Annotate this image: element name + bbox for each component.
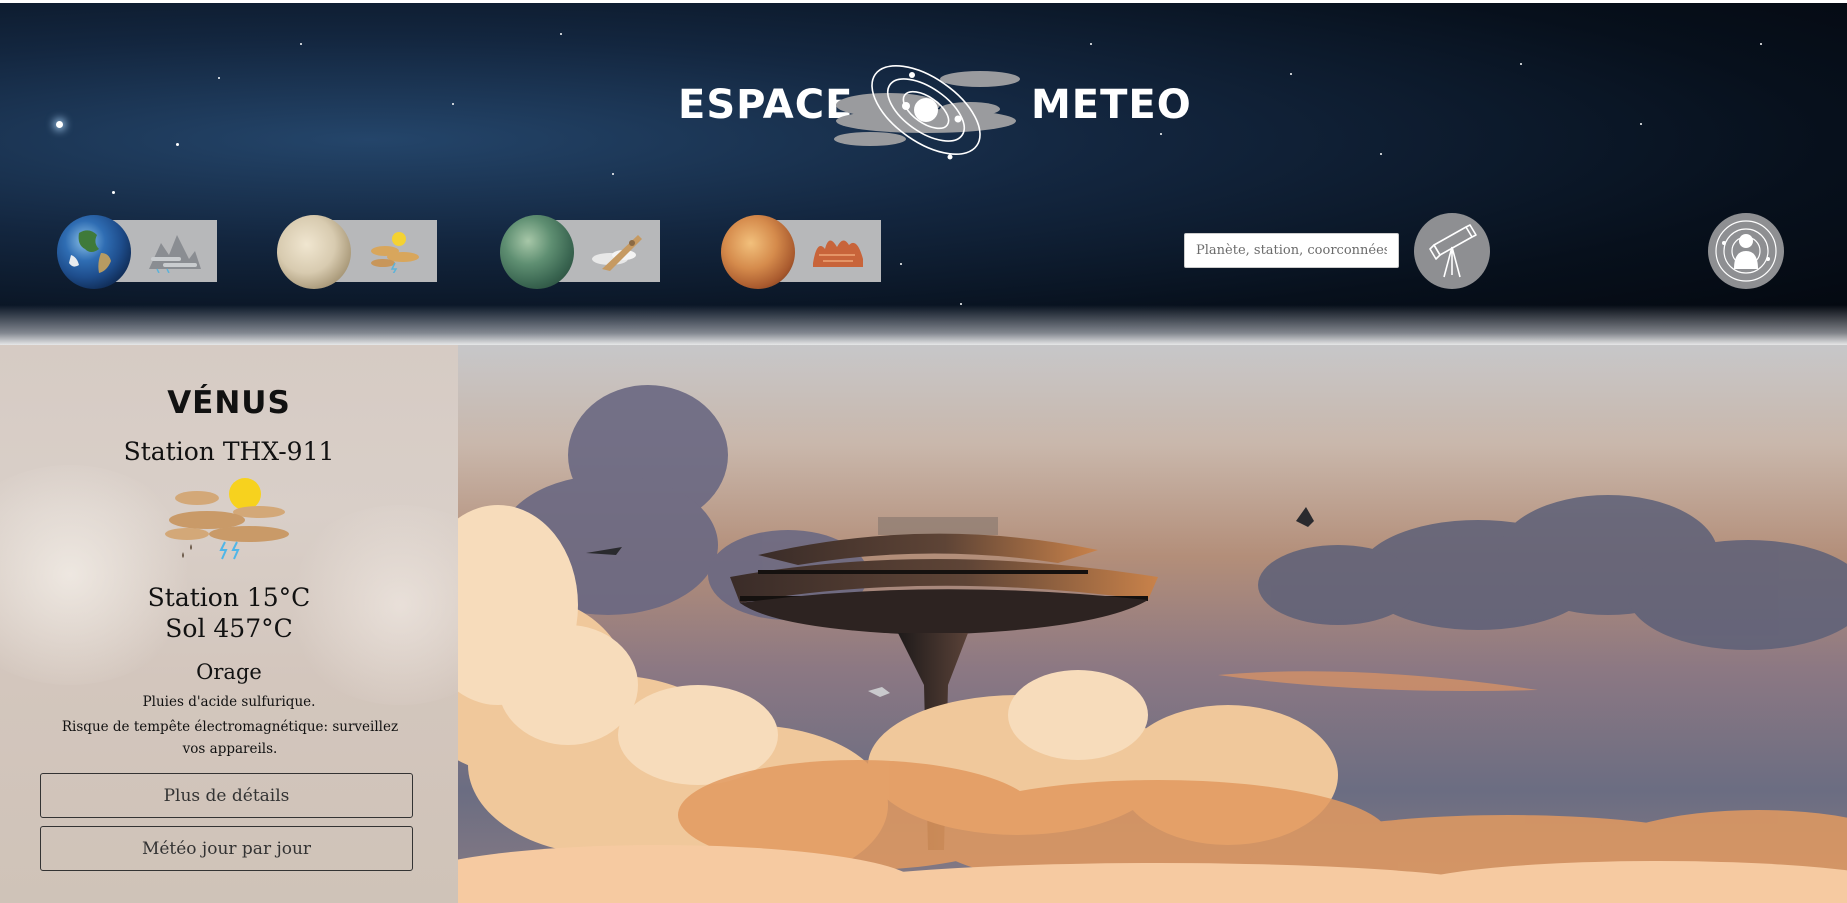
star [176,143,179,146]
mountain-fog-icon [149,235,201,273]
planet-tab-mars[interactable] [721,215,881,289]
star [56,121,63,128]
venus-planet-icon [277,215,351,289]
star [300,43,302,45]
cloud-spaceship-icon [592,235,642,271]
earth-planet-icon [57,215,131,289]
more-details-button[interactable]: Plus de détails [40,773,413,818]
planet-tab-venus[interactable] [277,215,437,289]
star [1090,43,1092,45]
weather-description-line2: Risque de tempête électromagnétique: sur… [61,719,399,757]
mars-planet-icon [721,215,795,289]
weather-description-line1: Pluies d'acide sulfurique. [142,694,316,710]
brand-title-left: ESPACE [678,82,854,128]
site-header: ESPACE METEO [0,3,1847,345]
ground-temperature: Sol 457°C [165,614,293,643]
star [1160,133,1162,135]
star [1380,153,1382,155]
star [612,173,614,175]
star [900,263,902,265]
hero-cloud-city-image [458,345,1847,903]
station-weather-panel: VÉNUS Station THX-911 Station 15°C Sol 4… [0,345,458,903]
sun-cloud-acid-rain-lightning-icon [165,478,289,560]
planet-tab-titan[interactable] [500,215,660,289]
star [1290,73,1292,75]
titan-planet-icon [500,215,574,289]
weather-condition: Orage [196,660,262,684]
telescope-icon [1429,224,1477,278]
daily-forecast-button[interactable]: Météo jour par jour [40,826,413,871]
star [560,33,562,35]
orbit-cloud-logo-icon[interactable] [830,55,1022,170]
cloud-city-scene [458,385,1847,903]
station-temperature: Station 15°C [147,583,311,612]
star [1760,43,1762,45]
planet-tab-earth[interactable] [57,215,217,289]
station-name: Station THX-911 [123,437,335,466]
star [1520,63,1522,65]
telescope-button[interactable] [1414,213,1490,289]
star [452,103,454,105]
star [1640,123,1642,125]
star [112,191,115,194]
search-input[interactable] [1184,233,1399,268]
astronaut-profile-icon [1715,220,1777,282]
star [218,77,220,79]
dust-storm-icon [813,240,863,267]
sun-cloud-storm-icon [371,232,419,273]
brand-title-right: METEO [1031,82,1192,128]
profile-button[interactable] [1708,213,1784,289]
star [960,303,962,305]
planet-name: VÉNUS [167,385,291,421]
